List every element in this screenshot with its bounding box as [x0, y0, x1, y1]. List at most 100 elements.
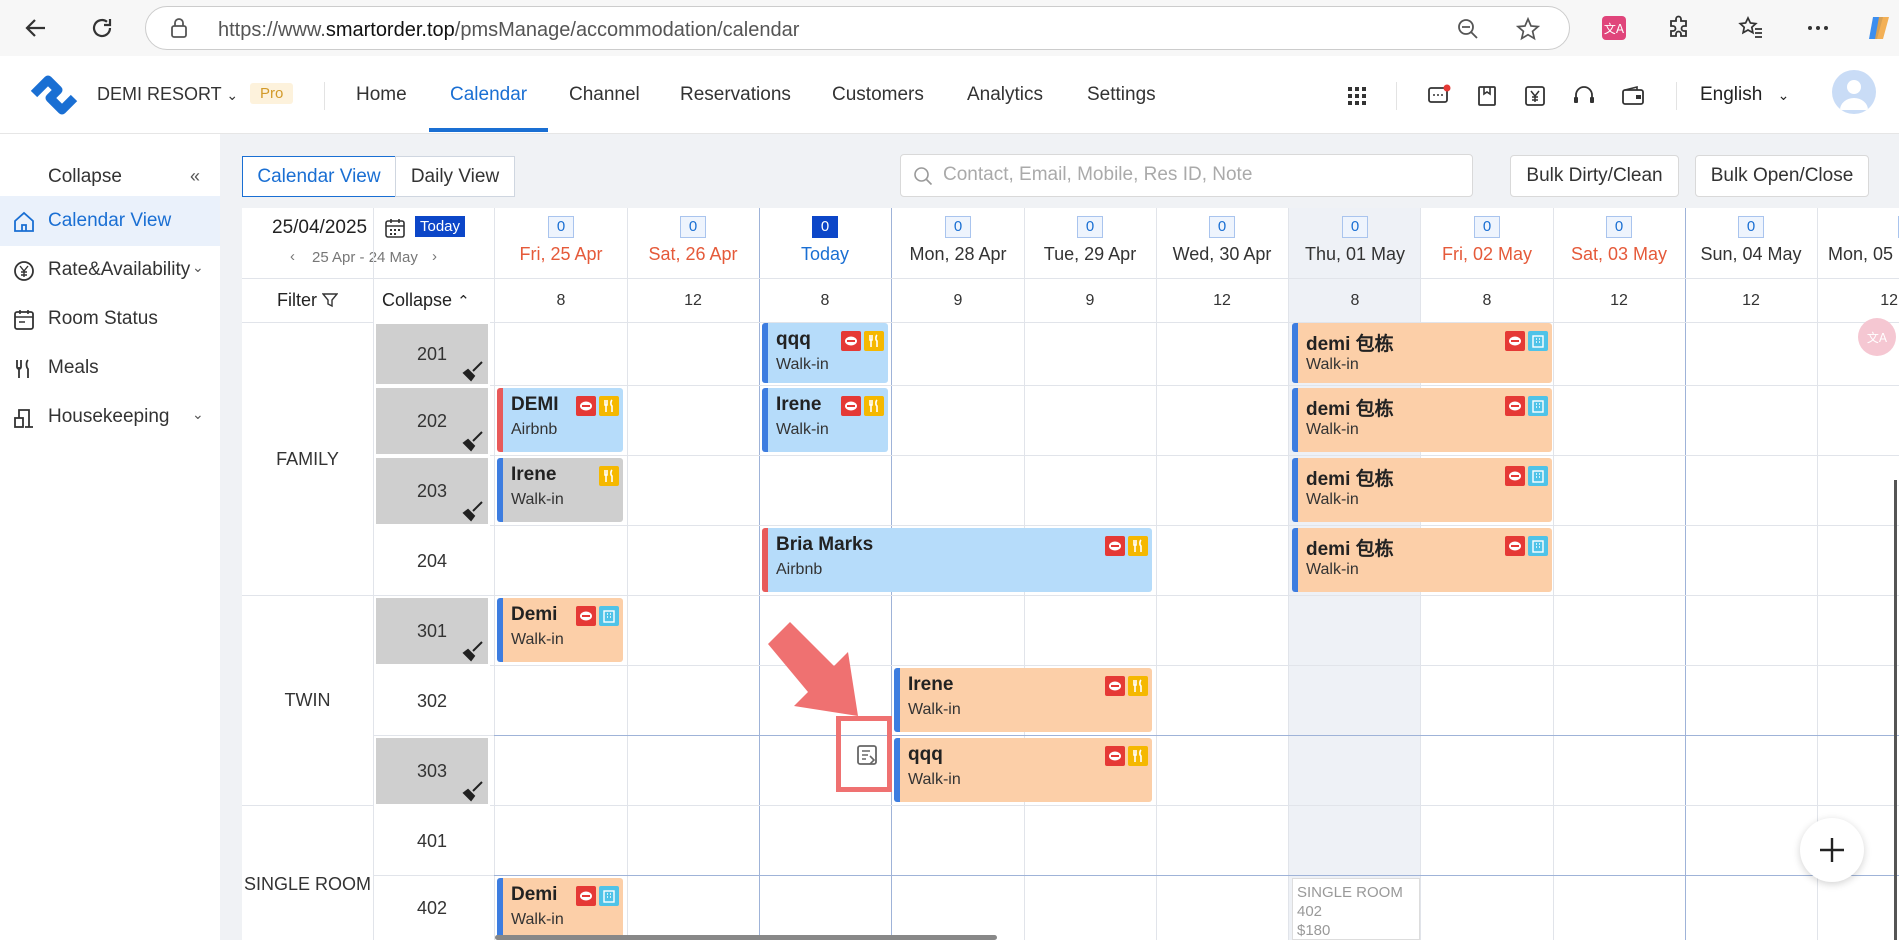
building-icon [599, 606, 619, 626]
language-selector[interactable]: English ⌄ [1700, 84, 1789, 106]
booking-count-badge[interactable]: 0 [1342, 216, 1368, 238]
plan-badge: Pro [250, 83, 294, 104]
reservation-block[interactable]: Demi Walk-in [497, 878, 623, 940]
prev-range-chevron-icon[interactable]: ‹ [290, 248, 295, 265]
booking-count-badge[interactable]: 0 [1738, 216, 1764, 238]
address-bar[interactable]: https://www.smartorder.top/pmsManage/acc… [145, 6, 1570, 50]
sidebar-item-calendar-view[interactable]: Calendar View [0, 196, 220, 246]
vertical-scrollbar[interactable] [1894, 480, 1897, 940]
date-label: Sun, 04 May [1700, 244, 1802, 264]
room-cell[interactable]: 402 [374, 876, 490, 940]
booking-count-badge[interactable]: 0 [1474, 216, 1500, 238]
booking-count-badge[interactable]: 0 [1606, 216, 1632, 238]
reservation-block[interactable]: qqq Walk-in [894, 738, 1152, 802]
calendar-grid: 25/04/2025 Today ‹ 25 Apr - 24 May › Fil… [242, 208, 1899, 940]
date-header: 0 Tue, 29 Apr [1024, 208, 1156, 279]
booking-count-badge[interactable]: 0 [812, 216, 838, 238]
filter-button[interactable]: Filter [277, 290, 339, 311]
grid-line [373, 665, 1899, 666]
current-date[interactable]: 25/04/2025 [272, 217, 367, 239]
messages-icon[interactable] [1425, 82, 1453, 110]
translate-icon[interactable]: 文A [1858, 318, 1896, 356]
nav-calendar[interactable]: Calendar [450, 84, 527, 106]
zoom-out-icon[interactable] [1454, 15, 1482, 43]
more-options-icon[interactable] [1800, 10, 1836, 46]
room-cell[interactable]: 401 [374, 806, 490, 876]
brand-logo-icon[interactable] [28, 72, 78, 121]
room-cell[interactable]: 303 [374, 736, 490, 806]
reservation-block[interactable]: Bria Marks Airbnb [762, 528, 1152, 592]
calendar-view-button[interactable]: Calendar View [242, 156, 396, 197]
room-cell[interactable]: 301 [374, 596, 490, 666]
nav-reservations[interactable]: Reservations [680, 84, 791, 106]
collapse-rooms-button[interactable]: Collapse ⌃ [382, 290, 470, 311]
calendar-icon[interactable] [384, 217, 406, 244]
room-cell[interactable]: 202 [374, 386, 490, 456]
sidebar-item-rate-availability[interactable]: Rate&Availability ⌄ [0, 245, 220, 295]
building-icon [1528, 396, 1548, 416]
reservation-block[interactable]: Irene Walk-in [762, 388, 888, 452]
reservation-block[interactable]: demi 包栋 Walk-in [1292, 323, 1552, 383]
sidebar-item-housekeeping[interactable]: Housekeeping ⌄ [0, 392, 220, 442]
billing-icon[interactable] [1521, 82, 1549, 110]
reservation-block[interactable]: Irene Walk-in [894, 668, 1152, 732]
booking-count-badge[interactable]: 0 [945, 216, 971, 238]
nav-customers[interactable]: Customers [832, 84, 924, 106]
room-cell[interactable]: 201 [374, 322, 490, 386]
reservation-block[interactable]: Irene Walk-in [497, 458, 623, 522]
sidebar-item-meals[interactable]: Meals [0, 343, 220, 393]
reservation-block[interactable]: DEMI Airbnb [497, 388, 623, 452]
favorites-list-icon[interactable] [1733, 10, 1769, 46]
note-icon[interactable] [856, 744, 878, 771]
horizontal-scrollbar[interactable] [495, 935, 997, 940]
next-range-chevron-icon[interactable]: › [432, 248, 437, 265]
add-reservation-button[interactable] [1800, 818, 1864, 882]
support-headset-icon[interactable] [1570, 82, 1598, 110]
guest-name: Demi [511, 884, 558, 905]
double-chevron-left-icon[interactable]: « [190, 166, 200, 187]
copilot-icon[interactable] [1862, 10, 1898, 46]
room-type-label: SINGLE ROOM [243, 874, 372, 894]
sidebar-item-room-status[interactable]: Room Status [0, 294, 220, 344]
plus-icon [1820, 838, 1844, 862]
booking-count-badge[interactable]: 0 [548, 216, 574, 238]
booking-count-badge[interactable]: 0 [1209, 216, 1235, 238]
building-icon [1528, 466, 1548, 486]
extensions-puzzle-icon[interactable] [1661, 10, 1697, 46]
reload-icon[interactable] [84, 10, 120, 46]
avatar[interactable] [1832, 70, 1876, 114]
apps-grid-icon[interactable] [1343, 82, 1371, 110]
sidebar-collapse-label[interactable]: Collapse [48, 166, 122, 188]
search-input[interactable] [943, 164, 1453, 186]
grid-line [759, 208, 760, 940]
chevron-up-icon: ⌃ [457, 293, 470, 310]
room-cell[interactable]: 302 [374, 666, 490, 736]
bulk-open-close-button[interactable]: Bulk Open/Close [1695, 155, 1869, 197]
wallet-icon[interactable] [1619, 82, 1647, 110]
booking-count-badge[interactable]: 0 [1077, 216, 1103, 238]
meal-icon [1128, 746, 1148, 766]
building-icon [1528, 331, 1548, 351]
nav-analytics[interactable]: Analytics [967, 84, 1043, 106]
today-button[interactable]: Today [415, 216, 466, 237]
favorite-star-icon[interactable] [1514, 15, 1542, 43]
room-cell[interactable]: 204 [374, 526, 490, 596]
bookmark-icon[interactable] [1473, 82, 1501, 110]
reservation-block[interactable]: demi 包栋 Walk-in [1292, 528, 1552, 592]
booking-count-badge[interactable]: 0 [680, 216, 706, 238]
reservation-block[interactable]: demi 包栋 Walk-in [1292, 388, 1552, 452]
hotel-selector[interactable]: DEMI RESORT ⌄ [97, 84, 238, 105]
reservation-block[interactable]: demi 包栋 Walk-in [1292, 458, 1552, 522]
back-arrow-icon[interactable] [18, 10, 54, 46]
nav-settings[interactable]: Settings [1087, 84, 1156, 106]
daily-view-button[interactable]: Daily View [395, 156, 515, 197]
grid-line [494, 208, 495, 940]
availability-count: 8 [1482, 292, 1492, 309]
room-cell[interactable]: 203 [374, 456, 490, 526]
reservation-block[interactable]: Demi Walk-in [497, 598, 623, 662]
bulk-dirty-clean-button[interactable]: Bulk Dirty/Clean [1510, 155, 1679, 197]
nav-channel[interactable]: Channel [569, 84, 640, 106]
reservation-block[interactable]: qqq Walk-in [762, 323, 888, 383]
translate-extension-icon[interactable]: 文A [1596, 10, 1632, 46]
nav-home[interactable]: Home [356, 84, 407, 106]
